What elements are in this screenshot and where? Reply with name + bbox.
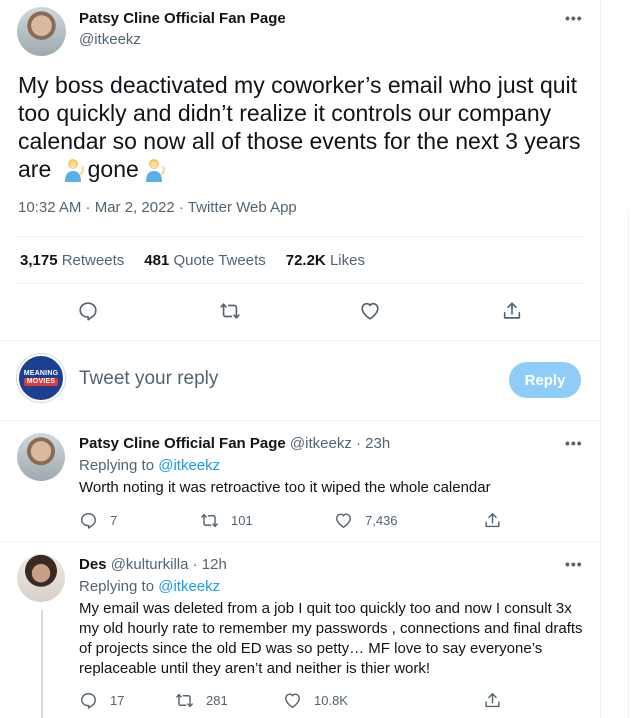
like-count: 10.8K — [314, 693, 348, 708]
reply-button[interactable]: 7 — [79, 511, 117, 530]
share-icon — [485, 693, 500, 708]
retweet-count: 281 — [206, 693, 228, 708]
more-options-icon[interactable]: ••• — [565, 10, 583, 26]
reply-time[interactable]: · 23h — [356, 435, 390, 452]
reply-count: 7 — [110, 513, 118, 528]
quote-tweets-count: 481 — [144, 252, 170, 269]
reply-header: Patsy Cline Official Fan Page @itkeekz ·… — [79, 435, 390, 452]
retweets-label: Retweets — [61, 252, 125, 269]
retweet-icon — [176, 693, 193, 708]
replying-to: Replying to @itkeekz — [79, 457, 220, 474]
reply-author-avatar[interactable] — [17, 554, 65, 602]
replying-to: Replying to @itkeekz — [79, 578, 220, 595]
tweet-text-gone: gone — [87, 156, 139, 182]
divider — [17, 236, 584, 237]
divider — [0, 541, 601, 542]
share-icon — [503, 302, 521, 319]
reply-icon — [81, 513, 96, 529]
person-tipping-hand-emoji — [64, 159, 84, 182]
quote-tweets-stat[interactable]: 481 Quote Tweets — [144, 252, 265, 269]
reply-author-name[interactable]: Des — [79, 556, 107, 573]
divider — [0, 420, 601, 421]
author-avatar[interactable] — [17, 7, 66, 56]
retweet-button[interactable] — [219, 300, 241, 322]
share-button[interactable] — [483, 691, 502, 710]
like-button[interactable]: 10.8K — [283, 691, 348, 710]
person-tipping-hand-emoji — [145, 159, 166, 182]
author-handle[interactable]: @itkeekz — [79, 31, 141, 48]
right-panel-edge — [628, 210, 629, 718]
avatar-text-movies: MOVIES — [23, 378, 59, 386]
heart-icon — [336, 513, 351, 528]
tweet-text: My boss deactivated my coworker’s email … — [18, 71, 593, 183]
likes-label: Likes — [329, 252, 365, 269]
heart-icon — [285, 693, 300, 708]
share-button[interactable] — [483, 511, 502, 530]
more-options-icon[interactable]: ••• — [565, 556, 583, 572]
replying-to-link[interactable]: @itkeekz — [158, 457, 220, 474]
tweet-stats: 3,175 Retweets 481 Quote Tweets 72.2K Li… — [20, 252, 365, 269]
reply-button[interactable]: 17 — [79, 691, 124, 710]
more-options-icon[interactable]: ••• — [565, 435, 583, 451]
user-avatar[interactable]: MEANING MOVIES — [17, 354, 65, 402]
replying-prefix: Replying to — [79, 457, 155, 474]
reply-input[interactable]: Tweet your reply — [79, 368, 218, 390]
reply-time[interactable]: · 12h — [193, 556, 227, 573]
reply-header: Des @kulturkilla · 12h — [79, 556, 227, 573]
reply-icon — [79, 302, 97, 321]
like-button[interactable]: 7,436 — [334, 511, 398, 530]
reply-text: Worth noting it was retroactive too it w… — [79, 479, 491, 496]
divider — [0, 340, 601, 341]
likes-count: 72.2K — [285, 252, 326, 269]
like-button[interactable] — [359, 300, 381, 322]
retweet-icon — [201, 513, 218, 528]
reply-text: My email was deleted from a job I quit t… — [79, 600, 583, 677]
share-button[interactable] — [501, 300, 523, 322]
reply-button[interactable] — [77, 300, 99, 322]
like-count: 7,436 — [365, 513, 398, 528]
retweets-stat[interactable]: 3,175 Retweets — [20, 252, 124, 269]
reply-author-handle[interactable]: @kulturkilla — [111, 556, 189, 573]
tweet-timestamp[interactable]: 10:32 AM · Mar 2, 2022 · Twitter Web App — [18, 199, 297, 216]
retweets-count: 3,175 — [20, 252, 58, 269]
reply-count: 17 — [110, 693, 125, 708]
reply-author-avatar[interactable] — [17, 433, 65, 481]
retweet-button[interactable]: 101 — [200, 511, 253, 530]
reply-icon — [81, 693, 96, 709]
quote-tweets-label: Quote Tweets — [173, 252, 266, 269]
heart-icon — [361, 302, 379, 320]
reply-author-name[interactable]: Patsy Cline Official Fan Page — [79, 435, 286, 452]
retweet-button[interactable]: 281 — [175, 691, 228, 710]
author-name[interactable]: Patsy Cline Official Fan Page — [79, 10, 286, 27]
reply-submit-button[interactable]: Reply — [509, 362, 581, 398]
replying-to-link[interactable]: @itkeekz — [158, 578, 220, 595]
replying-prefix: Replying to — [79, 578, 155, 595]
retweet-count: 101 — [231, 513, 253, 528]
thread-line — [41, 610, 43, 718]
reply-author-handle[interactable]: @itkeekz — [290, 435, 352, 452]
share-icon — [485, 513, 500, 528]
avatar-text-meaning: MEANING — [23, 370, 59, 377]
divider — [17, 283, 584, 284]
likes-stat[interactable]: 72.2K Likes — [286, 252, 365, 269]
retweet-icon — [220, 303, 240, 319]
